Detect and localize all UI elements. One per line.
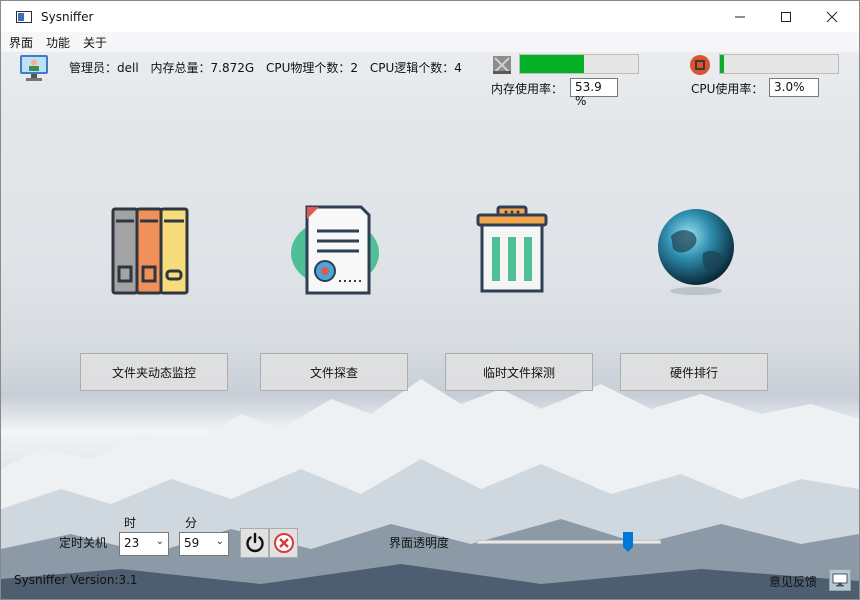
feedback-link[interactable]: 意见反馈 [769,573,817,590]
menu-about[interactable]: 关于 [83,34,107,51]
system-info: 管理员：dell 内存总量：7.872G CPU物理个数：2 CPU逻辑个数：4 [69,59,470,76]
hour-select-value: 23 [124,536,140,550]
cancel-icon [273,533,294,553]
memory-icon [493,56,511,74]
memory-usage-value: 53.9 % [570,78,618,108]
temp-file-detect-button[interactable]: 临时文件探测 [445,353,593,391]
menu-features[interactable]: 功能 [46,34,70,51]
admin-info: 管理员：dell [69,61,139,75]
memory-total: 内存总量：7.872G [150,61,255,75]
feedback-button[interactable] [829,569,851,591]
hour-label: 时 [124,516,137,530]
cpu-usage-fill [720,55,724,73]
minute-label: 分 [185,516,198,530]
minimize-button[interactable] [717,1,763,32]
title-bar: Sysniffer [1,1,859,32]
menu-interface[interactable]: 界面 [9,34,33,51]
version-label: Sysniffer Version:3.1 [14,573,138,587]
chevron-down-icon: ⌄ [155,536,164,547]
cpu-usage-value: 3.0% [769,78,819,97]
minute-select[interactable]: 59 ⌄ [179,532,229,556]
memory-usage-fill [520,55,584,73]
maximize-button[interactable] [763,1,809,32]
minimize-icon [735,16,745,17]
close-button[interactable] [809,1,855,32]
main-window: Sysniffer 界面 功能 关于 管理员：dell 内存总量：7.872G … [0,0,860,600]
monitor-icon [832,573,848,587]
window-title: Sysniffer [41,9,94,24]
hour-select[interactable]: 23 ⌄ [119,532,169,556]
opacity-slider-thumb[interactable] [622,532,633,552]
memory-usage-bar [519,54,639,74]
chevron-down-icon: ⌄ [215,536,224,547]
mountain-background [1,379,859,599]
globe-icon [658,209,734,295]
bookshelf-icon [111,207,189,295]
opacity-slider-track[interactable] [477,540,661,544]
trash-bin-icon [476,205,548,293]
shutdown-start-button[interactable] [240,528,269,558]
cpu-usage-label: CPU使用率： [691,82,764,96]
opacity-label: 界面透明度 [389,536,450,550]
certificate-document-icon [291,205,379,295]
menu-bar: 界面 功能 关于 [1,32,859,52]
memory-usage-label: 内存使用率： [491,82,564,96]
cpu-physical-count: CPU物理个数：2 [265,61,359,75]
shutdown-cancel-button[interactable] [269,528,298,558]
close-icon [826,11,838,22]
file-probe-button[interactable]: 文件探查 [260,353,408,391]
shutdown-timer-label: 定时关机 [59,536,108,550]
power-icon [245,532,264,553]
minute-select-value: 59 [184,536,200,550]
hardware-ranking-button[interactable]: 硬件排行 [620,353,768,391]
cpu-chip-icon [690,55,710,75]
cpu-usage-bar [719,54,839,74]
cpu-logical-count: CPU逻辑个数：4 [369,61,462,75]
folder-monitor-button[interactable]: 文件夹动态监控 [80,353,228,391]
maximize-icon [781,11,791,22]
admin-monitor-icon [20,55,48,81]
app-icon [16,10,32,23]
